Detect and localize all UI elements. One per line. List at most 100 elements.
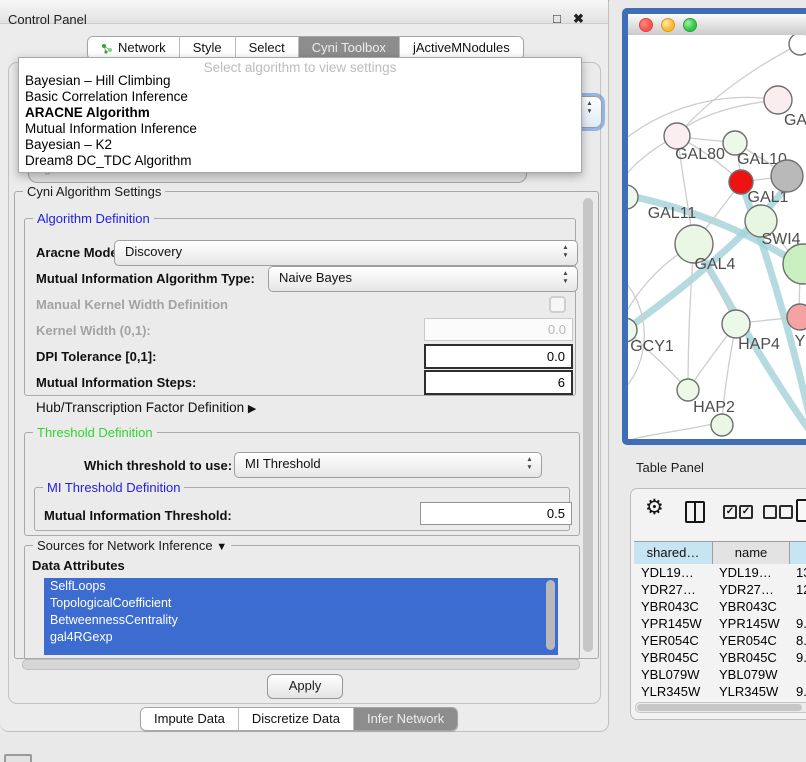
column-header-clipped[interactable]	[790, 542, 806, 564]
which-threshold-combo[interactable]: MI Threshold ▲▼	[234, 452, 542, 478]
node-label: GAL80	[675, 146, 725, 163]
column-header-shared[interactable]: shared…	[634, 542, 713, 564]
network-canvas[interactable]: GALGAL80GAL10GAL1GAL11GAL4SWI4GCY1HAP4YH…	[628, 35, 806, 439]
tab-discretize-data[interactable]: Discretize Data	[238, 708, 353, 730]
attribute-item-partial[interactable]	[44, 646, 558, 655]
file-icon[interactable]	[796, 499, 806, 522]
checked-checkbox-icon[interactable]: ✓	[739, 505, 753, 519]
table-row[interactable]: YBL079WYBL079W	[634, 666, 806, 683]
settings-vertical-scrollbar[interactable]	[582, 196, 594, 654]
unchecked-checkbox-icon[interactable]	[763, 505, 777, 519]
table-cell: YDL19…	[712, 564, 788, 581]
tab-label: Select	[249, 37, 285, 59]
mi-steps-input[interactable]: 6	[424, 370, 573, 395]
dropdown-item[interactable]: Dream8 DC_TDC Algorithm	[25, 153, 575, 169]
attribute-item[interactable]: gal4RGexp	[44, 629, 558, 646]
tab-select[interactable]: Select	[235, 37, 298, 59]
node-label: GAL4	[695, 256, 736, 273]
control-panel-titlebar[interactable]	[0, 0, 608, 24]
attributes-scrollbar[interactable]	[546, 580, 555, 650]
dropdown-item[interactable]: Bayesian – Hill Climbing	[25, 73, 575, 89]
attribute-item[interactable]: BetweennessCentrality	[44, 612, 558, 629]
table-row[interactable]: YER054CYER054C8.	[634, 632, 806, 649]
network-window-titlebar[interactable]	[628, 14, 806, 36]
network-node[interactable]	[677, 379, 699, 401]
sources-title: Sources for Network Inference	[37, 538, 213, 553]
network-node[interactable]	[771, 160, 803, 192]
dropdown-item[interactable]: Basic Correlation Inference	[25, 89, 575, 105]
dropdown-item[interactable]: Bayesian – K2	[25, 137, 575, 153]
aracne-mode-label: Aracne Mode:	[36, 245, 122, 260]
unchecked-checkbox-icon[interactable]	[779, 505, 793, 519]
network-edge[interactable]	[633, 422, 722, 439]
sources-collapse-header[interactable]: Sources for Network Inference ▼	[33, 538, 231, 553]
settings-horizontal-scrollbar[interactable]	[22, 659, 580, 670]
table-row[interactable]: YDR27…YDR27…12	[634, 581, 806, 598]
network-node[interactable]	[722, 310, 750, 338]
table-horizontal-scrollbar[interactable]	[635, 702, 806, 713]
tab-infer-network[interactable]: Infer Network	[353, 708, 457, 730]
tab-label: Style	[193, 37, 222, 59]
tab-label: Cyni Toolbox	[312, 37, 386, 59]
aracne-mode-combo[interactable]: Discovery ▲▼	[114, 240, 578, 266]
table-header-row: shared… name	[634, 541, 806, 565]
combo-value: MI Threshold	[245, 456, 321, 471]
network-node[interactable]	[764, 86, 792, 114]
tab-jactivemnodules[interactable]: jActiveMNodules	[399, 37, 523, 59]
collapse-down-icon[interactable]: ▼	[216, 541, 227, 553]
dropdown-item-highlighted[interactable]: ARACNE Algorithm	[25, 105, 575, 121]
table-row[interactable]: YDL19…YDL19…13	[634, 564, 806, 581]
mi-type-combo[interactable]: Naive Bayes ▲▼	[268, 266, 578, 292]
table-cell: YLR345W	[634, 683, 712, 700]
table-row[interactable]: YBR045CYBR045C9.	[634, 649, 806, 666]
network-node[interactable]	[789, 35, 806, 55]
table-cell: YBR043C	[634, 598, 712, 615]
close-window-icon[interactable]	[639, 18, 653, 32]
kernel-width-input[interactable]: 0.0	[424, 318, 573, 341]
manual-kernel-checkbox[interactable]	[549, 296, 566, 313]
table-row[interactable]: YPR145WYPR145W9.	[634, 615, 806, 632]
zoom-window-icon[interactable]	[683, 18, 697, 32]
group-title: Threshold Definition	[33, 425, 157, 440]
tab-network[interactable]: Network	[88, 37, 179, 59]
mi-threshold-input[interactable]: 0.5	[420, 502, 572, 525]
network-node[interactable]	[783, 244, 806, 284]
network-node[interactable]	[628, 185, 638, 209]
column-header-name[interactable]: name	[713, 542, 790, 564]
attribute-item[interactable]: TopologicalCoefficient	[44, 595, 558, 612]
split-view-icon[interactable]	[685, 501, 705, 523]
table-cell: YBR043C	[712, 598, 788, 615]
hub-definition-expander[interactable]: Hub/Transcription Factor Definition ▶	[36, 400, 256, 415]
tab-impute-data[interactable]: Impute Data	[141, 708, 238, 730]
tab-label: jActiveMNodules	[413, 37, 510, 59]
network-edge[interactable]	[688, 244, 694, 390]
node-label: Y	[795, 333, 806, 350]
network-node[interactable]	[711, 414, 733, 436]
mi-type-label: Mutual Information Algorithm Type:	[36, 271, 255, 286]
table-cell: YLR345W	[712, 683, 788, 700]
gear-icon[interactable]: ⚙	[645, 495, 664, 520]
dpi-tolerance-input[interactable]: 0.0	[424, 344, 573, 369]
clipped-corner-icon[interactable]	[4, 754, 32, 762]
table-cell: YPR145W	[634, 615, 712, 632]
tab-label: Discretize Data	[252, 708, 340, 730]
tab-cyni-toolbox[interactable]: Cyni Toolbox	[298, 37, 399, 59]
kernel-width-label: Kernel Width (0,1):	[36, 323, 151, 338]
table-row[interactable]: YBR043CYBR043C	[634, 598, 806, 615]
expand-right-icon[interactable]: ▶	[248, 403, 256, 415]
table-cell: YBL079W	[712, 666, 788, 683]
table-cell: YBR045C	[634, 649, 712, 666]
network-edge[interactable]	[628, 97, 778, 145]
node-label: HAP2	[693, 399, 735, 416]
table-row[interactable]: YLR345WYLR345W9.	[634, 683, 806, 700]
network-node[interactable]	[787, 304, 806, 330]
dropdown-item[interactable]: Mutual Information Inference	[25, 121, 575, 137]
tab-style[interactable]: Style	[179, 37, 235, 59]
float-window-icon[interactable]: □	[553, 11, 561, 26]
table-cell: 13	[788, 564, 806, 581]
minimize-window-icon[interactable]	[661, 18, 675, 32]
checked-checkbox-icon[interactable]: ✓	[723, 505, 737, 519]
attribute-item[interactable]: SelfLoops	[44, 578, 558, 595]
apply-button[interactable]: Apply	[267, 674, 343, 699]
close-panel-icon[interactable]: ✖	[573, 11, 584, 27]
